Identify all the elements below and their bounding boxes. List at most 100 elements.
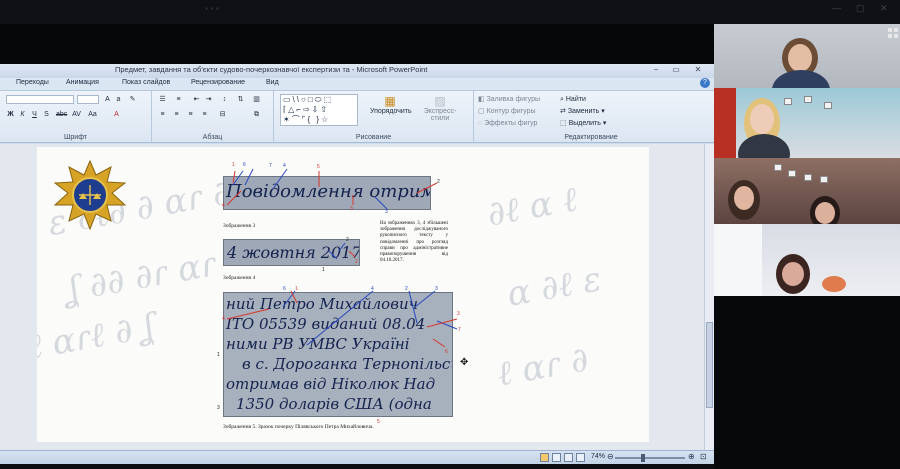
background-object xyxy=(822,276,846,292)
spacing-icon[interactable]: AV xyxy=(72,110,81,120)
zoom-level[interactable]: 74% xyxy=(591,453,605,460)
ppt-close-icon[interactable]: ✕ xyxy=(690,64,706,76)
move-cursor-icon: ✥ xyxy=(460,357,469,368)
handwriting-image-4: 4 жовтня 2017 xyxy=(223,239,360,266)
handwriting-line: отримав від Ніколюк Над xyxy=(226,375,436,393)
shapes-gallery[interactable]: ▭\\○□⬭⬚ ⌈△⌐⇨⇩⇧ ✶⌒⌜{ }☆ xyxy=(280,94,358,126)
smartart-icon[interactable]: ⧉ xyxy=(252,110,261,120)
align-text-icon[interactable]: ⊟ xyxy=(218,110,227,120)
italic-icon[interactable]: К xyxy=(18,110,27,120)
watermark-pattern: ∂ℓ ɑ ℓ xyxy=(484,179,581,235)
empty-video-area xyxy=(714,296,900,469)
paragraph-group-label: Абзац xyxy=(202,134,223,141)
underline-icon[interactable]: Ч xyxy=(30,110,39,120)
participant-face xyxy=(788,44,812,72)
reading-view-icon[interactable] xyxy=(564,453,573,462)
grid-view-icon[interactable] xyxy=(888,28,898,38)
replace-label: Заменить xyxy=(567,108,600,115)
shape-fill-button[interactable]: ◧ Заливка фигуры xyxy=(478,95,540,105)
quick-styles-label: Экспресс-стили xyxy=(423,108,457,122)
tab-animation[interactable]: Анимация xyxy=(66,79,99,86)
editing-group: ⌕ Найти ⇄ Заменить ▾ ⬚ Выделить ▾ Редакт… xyxy=(556,91,626,143)
forensic-emblem-icon xyxy=(53,159,127,231)
close-icon[interactable]: ✕ xyxy=(880,3,888,14)
zoom-slider[interactable] xyxy=(615,457,685,459)
numbering-icon[interactable]: ≡ xyxy=(174,95,183,105)
participant-video-4 xyxy=(714,224,900,296)
handwriting-image-5: ний Петро Михайлович ІТО 05539 виданий 0… xyxy=(223,292,453,417)
marker-label: 6 xyxy=(283,286,286,292)
columns-icon[interactable]: ▥ xyxy=(252,95,261,105)
justify-icon[interactable]: ≡ xyxy=(200,110,209,120)
find-button[interactable]: ⌕ Найти xyxy=(560,95,586,105)
slide-note: На зображеннях 3, 4 збільшені зображення… xyxy=(380,221,448,264)
align-center-icon[interactable]: ≡ xyxy=(172,110,181,120)
align-left-icon[interactable]: ≡ xyxy=(158,110,167,120)
sorter-view-icon[interactable] xyxy=(552,453,561,462)
quick-styles-button[interactable]: ▨ Экспресс-стили xyxy=(416,94,464,122)
window-title: Предмет, завдання та об'єкти судово-поче… xyxy=(115,65,428,74)
bullets-icon[interactable]: ☰ xyxy=(158,95,167,105)
ppt-minimize-icon[interactable]: – xyxy=(648,64,664,76)
slide-canvas[interactable]: ɛ ∂ℓ∂ ∂ ɑɾ ∂ℓ ʆ ∂∂ ∂ɾ ɑɾ ℓ ɑɾℓ ∂ ʆ ∂ℓ ɑ … xyxy=(37,147,649,442)
vertical-scrollbar[interactable] xyxy=(704,144,714,450)
marker-label: 4 xyxy=(222,203,225,209)
help-icon[interactable]: ? xyxy=(700,78,710,88)
text-direction-icon[interactable]: ⇅ xyxy=(236,95,245,105)
indent-decrease-icon[interactable]: ⇤ xyxy=(192,95,201,105)
ppt-maximize-icon[interactable]: ▭ xyxy=(668,64,684,76)
wall-photo xyxy=(820,176,828,183)
tab-view[interactable]: Вид xyxy=(266,79,279,86)
ribbon: A a ✎ Ж К Ч S abc AV Aa A Шрифт ☰ ≡ ⇤ ⇥ … xyxy=(0,91,714,143)
handwriting-image-3: Повідомлення отримав xyxy=(223,176,431,210)
arrange-button[interactable]: ▦ Упорядочить xyxy=(370,94,412,115)
participant-face xyxy=(750,104,774,134)
tab-slide-show[interactable]: Показ слайдов xyxy=(122,79,170,86)
handwriting-text: Повідомлення отримав xyxy=(226,181,430,202)
font-name-box[interactable] xyxy=(6,95,74,104)
shadow-icon[interactable]: S xyxy=(42,110,51,120)
shape-effects-button[interactable]: ◌ Эффекты фигур xyxy=(478,119,537,129)
marker-label: 3 xyxy=(385,209,388,215)
wall-photo xyxy=(784,98,792,105)
grow-font-icon[interactable]: A xyxy=(103,95,112,105)
handwriting-line: 1350 доларів США (одна xyxy=(236,395,432,413)
maximize-icon[interactable]: ▢ xyxy=(856,3,865,14)
zoom-slider-knob[interactable] xyxy=(641,454,645,462)
font-color-icon[interactable]: A xyxy=(112,110,121,120)
replace-button[interactable]: ⇄ Заменить ▾ xyxy=(560,107,605,117)
wall-photo xyxy=(774,164,782,171)
caption-image-5: Зображення 5. Зразок почерку Пілявського… xyxy=(223,424,374,430)
fit-slide-icon[interactable]: ⊡ xyxy=(700,452,707,461)
title-bar: Предмет, завдання та об'єкти судово-поче… xyxy=(0,64,714,78)
status-bar: 74% ⊖ ⊕ ⊡ xyxy=(0,450,714,464)
indent-increase-icon[interactable]: ⇥ xyxy=(204,95,213,105)
font-size-box[interactable] xyxy=(77,95,99,104)
watermark-pattern: ɑ ∂ℓ ɛ xyxy=(504,259,605,315)
tab-transitions[interactable]: Переходы xyxy=(16,79,49,86)
line-spacing-icon[interactable]: ↕ xyxy=(220,95,229,105)
minimize-icon[interactable]: — xyxy=(832,3,841,13)
select-button[interactable]: ⬚ Выделить ▾ xyxy=(560,119,606,129)
shape-outline-button[interactable]: ▢ Контур фигуры xyxy=(478,107,536,117)
zoom-out-icon[interactable]: ⊖ xyxy=(607,452,614,461)
case-icon[interactable]: Aa xyxy=(88,110,97,120)
marker-label: 1 xyxy=(295,286,298,292)
bold-icon[interactable]: Ж xyxy=(6,110,15,120)
shrink-font-icon[interactable]: a xyxy=(114,95,123,105)
strike-icon[interactable]: abc xyxy=(56,110,67,120)
powerpoint-window: Предмет, завдання та об'єкти судово-поче… xyxy=(0,64,714,464)
shape-outline-label: Контур фигуры xyxy=(486,108,536,115)
zoom-in-icon[interactable]: ⊕ xyxy=(688,452,695,461)
tab-review[interactable]: Рецензирование xyxy=(191,79,245,86)
marker-label: 2 xyxy=(346,237,349,243)
align-right-icon[interactable]: ≡ xyxy=(186,110,195,120)
marker-label: 3 xyxy=(435,286,438,292)
presenter-bar xyxy=(0,24,714,64)
normal-view-icon[interactable] xyxy=(540,453,549,462)
participant-face xyxy=(815,202,835,224)
slideshow-view-icon[interactable] xyxy=(576,453,585,462)
scroll-thumb[interactable] xyxy=(706,322,713,408)
clear-format-icon[interactable]: ✎ xyxy=(128,95,137,105)
watermark-pattern: ℓ ɑɾℓ ∂ ʆ xyxy=(37,306,158,368)
